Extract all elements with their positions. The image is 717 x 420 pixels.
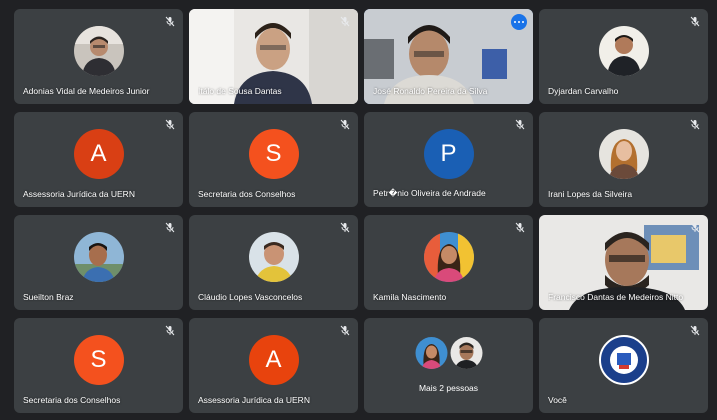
participant-tile[interactable]: Adonias Vidal de Medeiros Junior <box>14 9 183 104</box>
avatar <box>598 129 649 179</box>
mic-off-icon <box>340 119 350 130</box>
mic-off-icon <box>690 222 700 233</box>
mic-off-icon <box>165 119 175 130</box>
participant-name: Kamila Nascimento <box>373 292 447 302</box>
participant-name: Dyjardan Carvalho <box>548 86 619 96</box>
mic-off-icon <box>690 16 700 27</box>
participant-tile[interactable]: Francisco Dantas de Medeiros Nitto <box>539 215 708 310</box>
participant-grid: Adonias Vidal de Medeiros Junior Itálo d… <box>14 9 708 413</box>
initial-avatar: A <box>248 335 299 385</box>
participant-tile[interactable]: S Secretaria dos Conselhos <box>189 112 358 207</box>
participant-name: Adonias Vidal de Medeiros Junior <box>23 86 150 96</box>
mic-off-icon <box>690 325 700 336</box>
participant-name: José Ronaldo Pereira da Silva <box>373 86 488 96</box>
participant-name: Itálo de Sousa Dantas <box>198 86 282 96</box>
avatar <box>415 337 447 369</box>
mic-off-icon <box>515 222 525 233</box>
participant-tile[interactable]: S Secretaria dos Conselhos <box>14 318 183 413</box>
participant-tile[interactable]: Kamila Nascimento <box>364 215 533 310</box>
participant-name: Irani Lopes da Silveira <box>548 189 633 199</box>
avatar <box>73 232 124 282</box>
mic-off-icon <box>165 16 175 27</box>
participant-tile[interactable]: Irani Lopes da Silveira <box>539 112 708 207</box>
initial-avatar: S <box>248 129 299 179</box>
participant-tile[interactable]: P Petr�nio Oliveira de Andrade <box>364 112 533 207</box>
participant-tile[interactable]: Itálo de Sousa Dantas <box>189 9 358 104</box>
avatar <box>450 337 482 369</box>
overflow-avatars <box>415 337 482 369</box>
avatar <box>248 232 299 282</box>
initial-avatar: A <box>73 129 124 179</box>
participant-name: Secretaria dos Conselhos <box>23 395 121 405</box>
participant-name: Secretaria dos Conselhos <box>198 189 296 199</box>
initial-avatar: P <box>423 129 474 179</box>
more-people-label: Mais 2 pessoas <box>418 383 479 393</box>
participant-tile[interactable]: A Assessoria Jurídica da UERN <box>14 112 183 207</box>
institution-logo <box>598 335 649 385</box>
participant-tile[interactable]: Cláudio Lopes Vasconcelos <box>189 215 358 310</box>
participant-name: Assessoria Jurídica da UERN <box>23 189 135 199</box>
mic-off-icon <box>165 325 175 336</box>
initial-avatar: S <box>73 335 124 385</box>
participant-name: Francisco Dantas de Medeiros Nitto <box>548 292 684 302</box>
participant-name: Assessoria Jurídica da UERN <box>198 395 310 405</box>
participant-tile[interactable]: A Assessoria Jurídica da UERN <box>189 318 358 413</box>
mic-off-icon <box>690 119 700 130</box>
participant-name: Petr�nio Oliveira de Andrade <box>373 188 486 198</box>
participant-name: Você <box>548 395 567 405</box>
participant-tile-speaking[interactable]: José Ronaldo Pereira da Silva <box>364 9 533 104</box>
mic-off-icon <box>340 325 350 336</box>
participant-tile[interactable]: Dyjardan Carvalho <box>539 9 708 104</box>
mic-off-icon <box>165 222 175 233</box>
avatar <box>73 26 124 76</box>
self-tile[interactable]: Você <box>539 318 708 413</box>
more-options-icon[interactable] <box>511 14 527 30</box>
avatar <box>423 232 474 282</box>
participant-name: Cláudio Lopes Vasconcelos <box>198 292 303 302</box>
mic-off-icon <box>340 222 350 233</box>
avatar <box>598 26 649 76</box>
participant-tile-overflow[interactable]: Mais 2 pessoas <box>364 318 533 413</box>
participant-name: Sueilton Braz <box>23 292 74 302</box>
mic-off-icon <box>340 16 350 27</box>
mic-off-icon <box>515 119 525 130</box>
participant-tile[interactable]: Sueilton Braz <box>14 215 183 310</box>
